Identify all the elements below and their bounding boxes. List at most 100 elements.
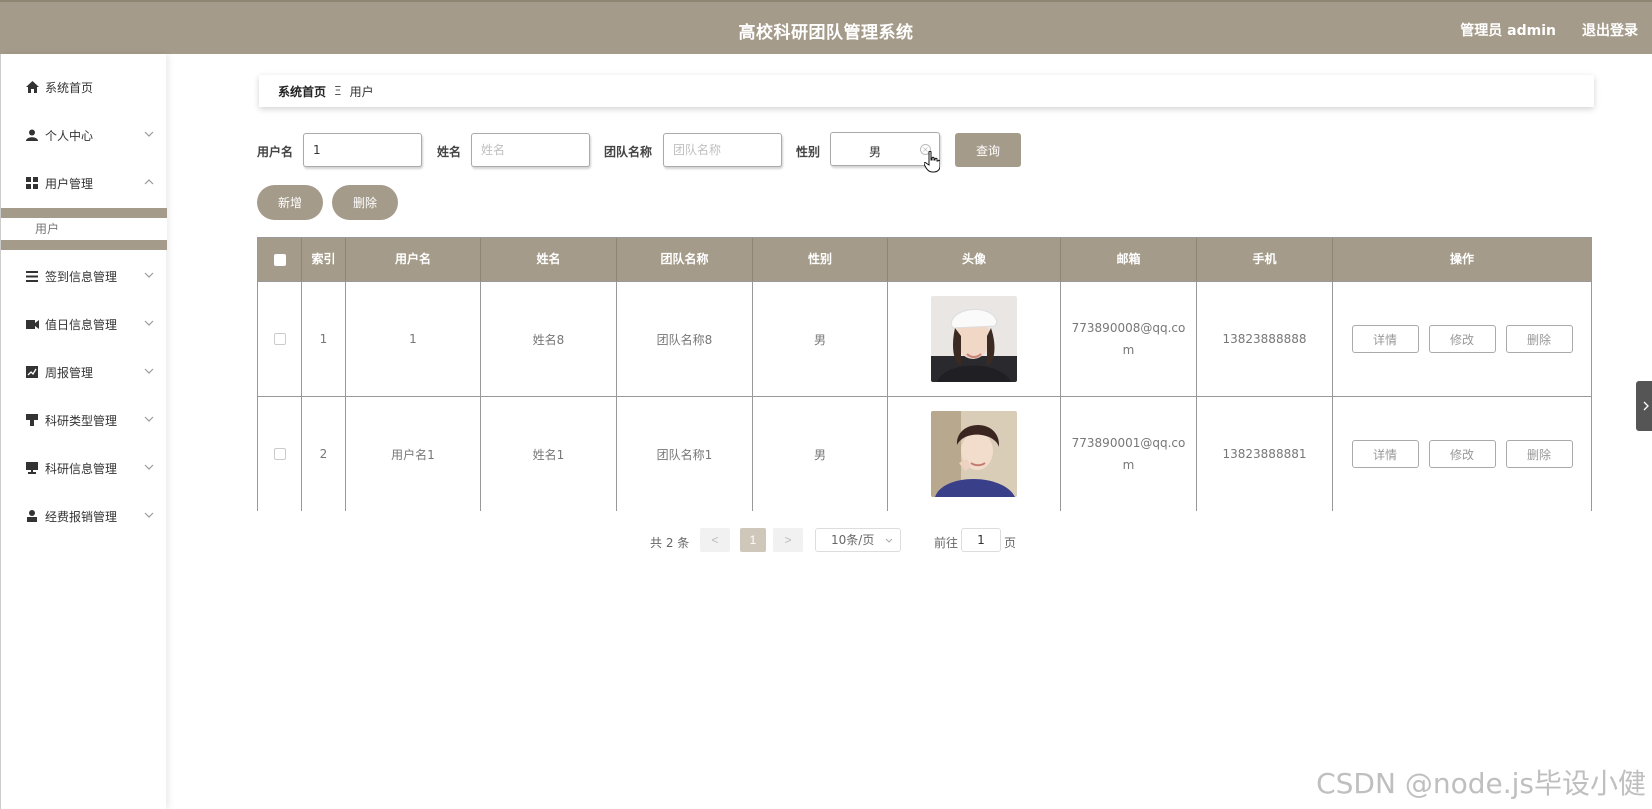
- chevron-down-icon: [144, 131, 154, 137]
- table-header: 索引 用户名 姓名 团队名称 性别 头像 邮箱 手机 操作: [258, 238, 1591, 281]
- current-user: 管理员 admin: [1460, 23, 1556, 39]
- column-header: 索引: [302, 238, 346, 281]
- edit-button[interactable]: 修改: [1428, 440, 1496, 468]
- team-label: 团队名称: [604, 145, 653, 159]
- cell-index: 1: [302, 282, 346, 396]
- edit-button[interactable]: 修改: [1428, 325, 1496, 353]
- delete-button[interactable]: 删除: [1505, 440, 1573, 468]
- row-checkbox-cell: [258, 282, 302, 396]
- column-header: 操作: [1449, 252, 1474, 266]
- cell-email: 773890008@qq.com: [1061, 282, 1197, 396]
- sidebar-item-weekly[interactable]: 周报管理: [1, 357, 167, 387]
- user-icon: [25, 128, 39, 142]
- cell-phone: 13823888888: [1197, 282, 1333, 396]
- sidebar-item-label: 个人中心: [45, 128, 94, 143]
- breadcrumb-home[interactable]: 系统首页: [278, 83, 326, 100]
- name-input[interactable]: [471, 133, 590, 167]
- side-drawer-toggle[interactable]: [1636, 381, 1652, 431]
- chevron-down-icon: [885, 538, 893, 543]
- submenu-band-bottom: [1, 240, 167, 250]
- sidebar-item-expense[interactable]: 经费报销管理: [1, 501, 167, 531]
- sidebar-item-research-type[interactable]: 科研类型管理: [1, 405, 167, 435]
- sidebar-item-label: 系统首页: [45, 80, 94, 95]
- sidebar-item-label: 用户管理: [45, 176, 94, 191]
- page-size-select[interactable]: 10条/页: [815, 528, 901, 552]
- sidebar-item-user-management[interactable]: 用户管理: [1, 168, 167, 198]
- chevron-right-icon: [1643, 401, 1649, 411]
- column-header: 邮箱: [1061, 238, 1197, 281]
- cell-team: 团队名称1: [617, 397, 753, 511]
- team-input[interactable]: [663, 133, 782, 167]
- name-label: 姓名: [437, 145, 462, 159]
- goto-page-input[interactable]: [961, 528, 1001, 552]
- sidebar-item-label: 科研类型管理: [45, 413, 118, 428]
- logout-link[interactable]: 退出登录: [1582, 20, 1638, 40]
- table-row: 2 用户名1 姓名1 团队名称1 男 773890001@qq.com 1382…: [258, 396, 1591, 511]
- sidebar-item-profile[interactable]: 个人中心: [1, 120, 167, 150]
- grid-icon: [25, 176, 39, 190]
- chart-icon: [25, 365, 39, 379]
- sidebar-subitem-user[interactable]: 用户: [1, 218, 167, 240]
- detail-button[interactable]: 详情: [1351, 440, 1419, 468]
- column-header: 头像: [888, 238, 1061, 281]
- row-checkbox-cell: [258, 397, 302, 511]
- column-header: 用户名: [346, 238, 481, 281]
- cell-name: 姓名1: [481, 397, 617, 511]
- sidebar: 系统首页 个人中心 用户管理 用户 签到信息管理 值日信息管理 周报管理 科研类…: [0, 54, 167, 809]
- detail-button[interactable]: 详情: [1351, 325, 1419, 353]
- chevron-down-icon: [144, 464, 154, 470]
- query-button[interactable]: 查询: [955, 133, 1021, 167]
- batch-delete-button[interactable]: 删除: [332, 185, 398, 220]
- hand-cursor-icon: [924, 151, 940, 173]
- username-input[interactable]: [303, 133, 422, 167]
- column-header: 团队名称: [617, 238, 753, 281]
- sidebar-item-label: 值日信息管理: [45, 317, 118, 332]
- cell-name: 姓名8: [481, 282, 617, 396]
- gender-label: 性别: [796, 145, 821, 159]
- row-checkbox[interactable]: [273, 448, 286, 460]
- sidebar-item-research-info[interactable]: 科研信息管理: [1, 453, 167, 483]
- email-text: 773890008@qq.com: [1071, 321, 1186, 357]
- page-size-value: 10条/页: [831, 533, 875, 547]
- watermark: CSDN @node.js毕设小健: [1316, 767, 1646, 800]
- cell-gender: 男: [753, 282, 888, 396]
- cell-avatar: [888, 397, 1061, 511]
- chevron-up-icon: [144, 179, 154, 185]
- top-header: 高校科研团队管理系统 管理员 admin 退出登录: [0, 0, 1652, 54]
- prev-page-button[interactable]: <: [700, 528, 730, 552]
- next-page-button[interactable]: >: [773, 528, 803, 552]
- column-header: 手机: [1197, 238, 1333, 281]
- person-icon: [25, 509, 39, 523]
- sidebar-item-checkin[interactable]: 签到信息管理: [1, 261, 167, 291]
- cell-team: 团队名称8: [617, 282, 753, 396]
- chevron-down-icon: [144, 512, 154, 518]
- monitor-icon: [25, 461, 39, 475]
- submenu-band-top: [1, 208, 167, 218]
- page-number-button[interactable]: 1: [740, 528, 766, 552]
- sidebar-item-label: 周报管理: [45, 365, 94, 380]
- sidebar-item-label: 科研信息管理: [45, 461, 118, 476]
- chevron-down-icon: [144, 368, 154, 374]
- column-header: 姓名: [481, 238, 617, 281]
- breadcrumb: 系统首页 Ξ 用户: [259, 75, 1594, 107]
- sidebar-item-duty[interactable]: 值日信息管理: [1, 309, 167, 339]
- column-header: 性别: [753, 238, 888, 281]
- cell-username: 用户名1: [346, 397, 481, 511]
- header-checkbox-cell: [258, 238, 302, 281]
- row-checkbox[interactable]: [273, 333, 286, 345]
- add-button[interactable]: 新增: [257, 185, 323, 220]
- chevron-down-icon: [144, 320, 154, 326]
- goto-label: 前往: [934, 536, 959, 550]
- sidebar-item-home[interactable]: 系统首页: [1, 72, 167, 102]
- delete-button[interactable]: 删除: [1505, 325, 1573, 353]
- avatar: [931, 411, 1017, 497]
- cell-gender: 男: [753, 397, 888, 511]
- sidebar-item-label: 经费报销管理: [45, 509, 118, 524]
- app-title: 高校科研团队管理系统: [738, 23, 914, 43]
- chevron-down-icon: [144, 272, 154, 278]
- page-suffix: 页: [1004, 536, 1017, 550]
- breadcrumb-separator: Ξ: [334, 84, 342, 98]
- select-all-checkbox[interactable]: [273, 253, 286, 266]
- pin-icon: [25, 413, 39, 427]
- cell-actions: 详情 修改 删除: [1333, 282, 1591, 396]
